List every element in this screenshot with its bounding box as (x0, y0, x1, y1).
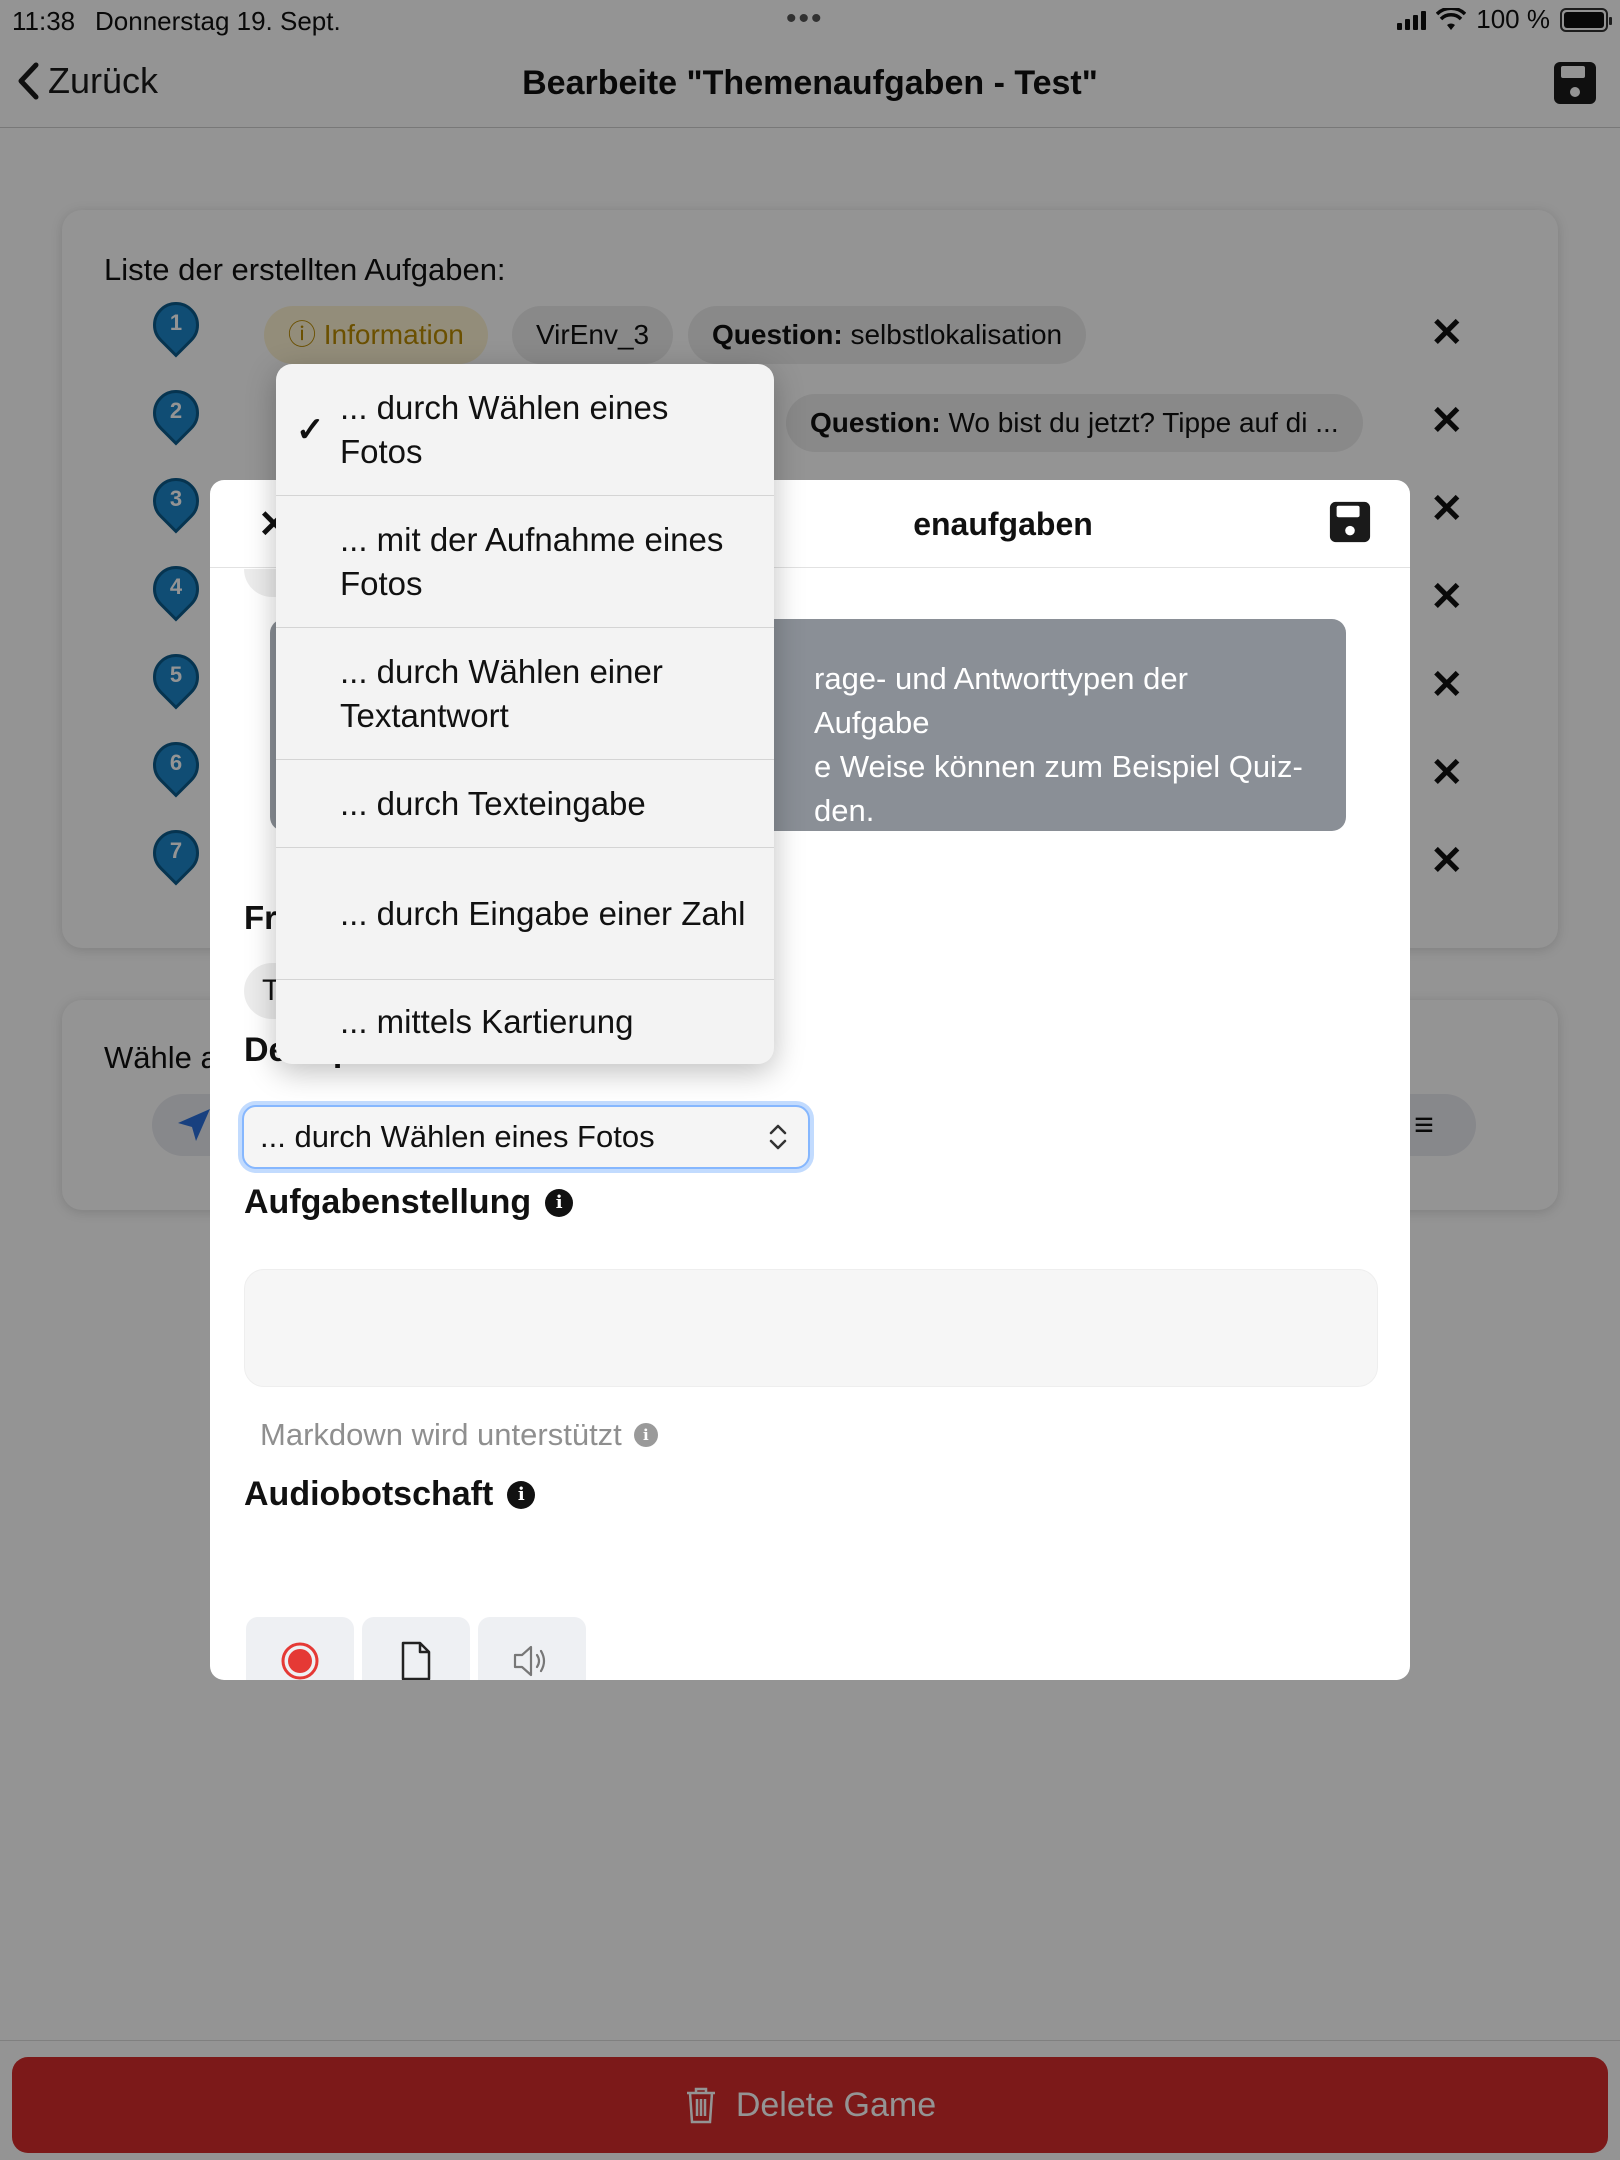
audio-controls (246, 1617, 586, 1680)
select-arrows-icon (769, 1124, 787, 1150)
dropdown-option[interactable]: ... durch Texteingabe (276, 760, 774, 848)
info-icon[interactable]: i (507, 1480, 536, 1509)
dropdown-option[interactable]: ... mittels Kartierung (276, 980, 774, 1064)
upload-audio-file-button[interactable] (362, 1617, 470, 1680)
task-description-input[interactable] (244, 1269, 1378, 1387)
record-audio-button[interactable] (246, 1617, 354, 1680)
info-icon[interactable]: i (545, 1188, 574, 1217)
speaker-icon (513, 1645, 546, 1677)
question-type-label: Fr (244, 899, 277, 936)
file-icon (401, 1641, 431, 1680)
answer-type-dropdown: ✓ ... durch Wählen eines Fotos ... mit d… (276, 364, 774, 1064)
dropdown-option[interactable]: ... mit der Aufnahme eines Fotos (276, 496, 774, 628)
play-audio-button[interactable] (478, 1617, 586, 1680)
modal-save-button[interactable] (1328, 500, 1372, 549)
checkmark-icon: ✓ (296, 410, 325, 449)
record-icon (281, 1642, 319, 1680)
floppy-disk-icon (1329, 501, 1371, 543)
dropdown-option[interactable]: ... durch Eingabe einer Zahl (276, 848, 774, 980)
audio-message-heading: Audiobotschaft i (244, 1475, 536, 1514)
dropdown-option[interactable]: ... durch Wählen einer Textantwort (276, 628, 774, 760)
task-description-heading: Aufgabenstellung i (244, 1183, 574, 1222)
dropdown-option[interactable]: ✓ ... durch Wählen eines Fotos (276, 364, 774, 496)
answer-type-select[interactable]: ... durch Wählen eines Fotos ⌃ (242, 1105, 810, 1169)
markdown-hint: Markdown wird unterstützt i (260, 1417, 658, 1453)
markdown-info-icon[interactable]: i (633, 1423, 658, 1447)
